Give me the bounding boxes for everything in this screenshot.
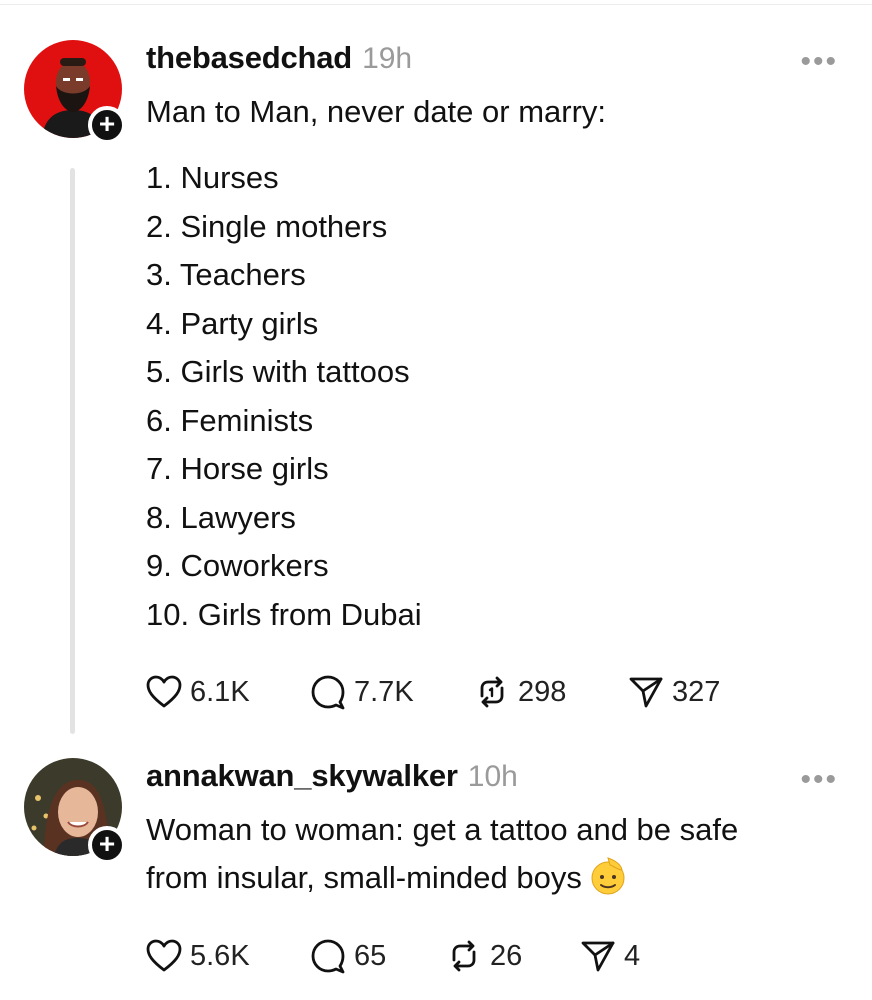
post-text: Woman to woman: get a tattoo and be safe… [146, 806, 738, 902]
post-header: annakwan_skywalker 10h [146, 758, 518, 794]
comment-icon [311, 675, 345, 710]
list-item: 9. Coworkers [146, 548, 329, 583]
username[interactable]: thebasedchad [146, 40, 352, 76]
list-item: 10. Girls from Dubai [146, 596, 422, 632]
reply-button[interactable]: 7.7K [310, 674, 474, 710]
post-thebasedchad: + thebasedchad 19h ••• Man to Man, never… [0, 0, 872, 740]
send-icon [629, 677, 663, 708]
more-options-icon[interactable]: ••• [800, 47, 838, 77]
share-count: 4 [624, 939, 641, 972]
repost-button[interactable]: 298 [474, 674, 628, 710]
list-item: 2. Single mothers [146, 208, 388, 244]
repost-count: 298 [518, 675, 567, 708]
post-list: 1. Nurses 2. Single mothers 3. Teachers … [146, 154, 422, 639]
list-item: 5. Girls with tattoos [146, 354, 410, 389]
post-text: Man to Man, never date or marry: [146, 94, 607, 129]
username[interactable]: annakwan_skywalker [146, 758, 458, 794]
action-bar: 6.1K 7.7K 298 327 [146, 672, 720, 712]
post-text-line: from insular, small-minded boys [146, 860, 582, 895]
repost-button[interactable]: 26 [446, 938, 580, 974]
action-bar: 5.6K 65 26 4 [146, 936, 640, 976]
send-icon [581, 941, 615, 972]
repost-icon [452, 940, 476, 972]
post-annakwan-skywalker: + annakwan_skywalker 10h ••• Woman to wo… [0, 740, 872, 1000]
list-item: 6. Feminists [146, 402, 314, 438]
list-item: 7. Horse girls [146, 451, 329, 486]
list-item: 1. Nurses [146, 160, 279, 195]
like-count: 6.1K [190, 675, 250, 708]
like-count: 5.6K [190, 939, 250, 972]
reply-count: 7.7K [354, 675, 414, 708]
share-count: 327 [672, 675, 721, 708]
list-item: 8. Lawyers [146, 499, 296, 535]
like-button[interactable]: 6.1K [146, 675, 310, 709]
follow-button[interactable]: + [88, 106, 126, 144]
list-item: 4. Party girls [146, 305, 319, 341]
post-text-line-2: from insular, small-minded boys [146, 854, 738, 902]
reply-count: 65 [354, 939, 387, 972]
heart-icon [146, 939, 182, 972]
repost-icon [480, 676, 504, 708]
follow-button[interactable]: + [88, 826, 126, 864]
list-item: 3. Teachers [146, 257, 306, 292]
repost-count: 26 [490, 939, 523, 972]
heart-icon [146, 675, 182, 708]
post-header: thebasedchad 19h [146, 40, 412, 76]
post-text-line: Woman to woman: get a tattoo and be safe [146, 812, 739, 847]
reply-button[interactable]: 65 [310, 938, 446, 974]
timestamp: 19h [362, 42, 413, 75]
saluting-face-emoji [591, 857, 625, 895]
more-options-icon[interactable]: ••• [800, 765, 838, 795]
timestamp: 10h [467, 760, 518, 793]
thread-line [70, 168, 75, 734]
share-button[interactable]: 4 [580, 938, 640, 974]
comment-icon [311, 939, 345, 974]
share-button[interactable]: 327 [628, 674, 720, 710]
like-button[interactable]: 5.6K [146, 939, 310, 973]
